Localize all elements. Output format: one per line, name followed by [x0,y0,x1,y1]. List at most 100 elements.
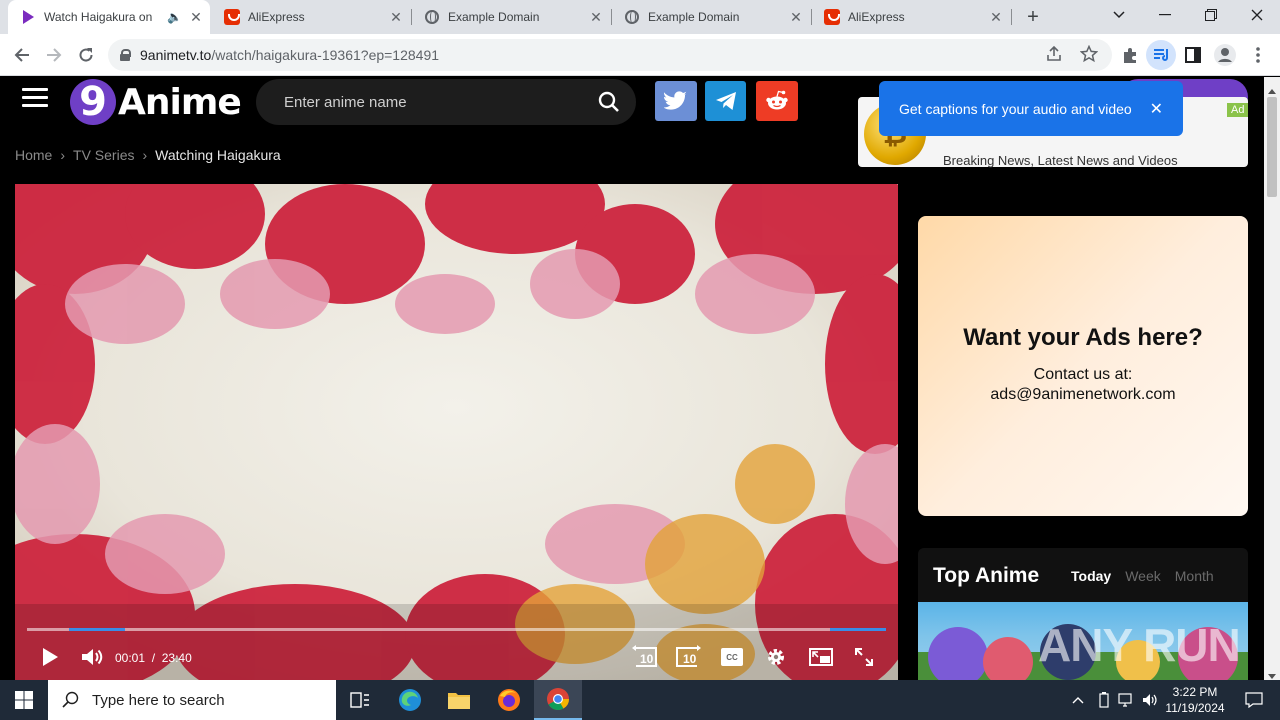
scrollbar-thumb[interactable] [1267,97,1277,197]
telegram-button[interactable] [705,81,746,121]
address-bar[interactable]: 9animetv.to/watch/haigakura-19361?ep=128… [108,39,1112,71]
rewind-10-icon: 10 [632,645,657,667]
captions-button[interactable]: CC [721,648,743,666]
top-anime-thumbnail[interactable]: ANY RUN [918,602,1248,680]
taskbar-clock[interactable]: 3:22 PM 11/19/2024 [1160,684,1230,716]
tab-month[interactable]: Month [1175,568,1214,584]
tab-aliexpress-2[interactable]: AliExpress ✕ [812,0,1010,34]
tab-week[interactable]: Week [1125,568,1161,584]
task-view-button[interactable] [336,680,384,720]
taskbar-search-box[interactable]: Type here to search [48,680,336,720]
reddit-button[interactable] [756,81,798,121]
forward-10-button[interactable]: 10 [674,644,702,670]
telegram-icon [715,92,736,110]
start-button[interactable] [0,680,48,720]
volume-icon [82,649,103,665]
site-logo[interactable]: 9 Anime [70,77,242,127]
browser-menu-icon[interactable] [1243,40,1273,70]
anime-search-input[interactable] [284,93,584,111]
tab-example-domain-2[interactable]: Example Domain ✕ [612,0,810,34]
close-tab-icon[interactable]: ✕ [388,9,404,26]
windows-taskbar: Type here to search 3:22 PM 11/19/2024 [0,680,1280,720]
time-separator: / [151,651,156,665]
notifications-button[interactable] [1230,680,1278,720]
advertise-here-box[interactable]: Want your Ads here? Contact us at: ads@9… [918,216,1248,516]
close-icon [1251,9,1263,21]
tab-separator [1011,9,1012,25]
battery-icon[interactable] [1092,680,1116,720]
forward-arrow-icon [47,48,62,62]
minimize-button[interactable] [1142,0,1188,30]
breadcrumb-home[interactable]: Home [15,147,52,163]
breadcrumb-tv-series[interactable]: TV Series [73,147,134,163]
close-icon[interactable]: ✕ [1150,99,1163,119]
notification-icon [1245,692,1263,708]
settings-button[interactable] [765,646,787,668]
new-tab-button[interactable]: + [1020,4,1046,30]
chevron-down-icon [1113,11,1125,19]
tab-title: Example Domain [648,10,740,24]
hamburger-menu-icon[interactable] [22,88,48,112]
close-window-button[interactable] [1234,0,1280,30]
close-tab-icon[interactable]: ✕ [588,9,604,26]
breadcrumb-separator-icon: › [142,147,148,163]
clock-date: 11/19/2024 [1165,701,1225,715]
minimize-icon [1159,14,1171,16]
page-scrollbar[interactable] [1264,77,1280,680]
chevron-up-icon [1072,697,1084,704]
tab-aliexpress-1[interactable]: AliExpress ✕ [212,0,410,34]
url-text[interactable]: 9animetv.to/watch/haigakura-19361?ep=128… [140,47,439,63]
breadcrumb-separator-icon: › [60,147,66,163]
fullscreen-button[interactable] [853,646,875,668]
edge-app-icon[interactable] [386,680,434,720]
forward-button[interactable] [39,40,69,70]
top-anime-panel: Top Anime Today Week Month ANY RUN [918,548,1248,680]
reload-button[interactable] [71,40,101,70]
file-explorer-icon[interactable] [435,680,483,720]
back-button[interactable] [7,40,37,70]
restore-button[interactable] [1188,0,1234,30]
back-arrow-icon [14,48,29,62]
video-progress-bar[interactable] [27,628,886,631]
side-panel-icon[interactable] [1178,40,1208,70]
close-tab-icon[interactable]: ✕ [188,9,204,26]
progress-buffered-end [830,628,886,631]
bookmark-star-icon[interactable] [1079,44,1099,68]
twitter-button[interactable] [655,81,697,121]
volume-button[interactable] [81,646,105,668]
breadcrumb: Home › TV Series › Watching Haigakura [15,147,281,163]
chrome-app-icon[interactable] [534,680,582,720]
speaker-icon[interactable]: 🔈 [167,10,182,24]
media-controls-icon[interactable] [1146,40,1176,70]
search-icon[interactable] [598,91,620,118]
reload-icon [79,48,93,62]
top-anime-tabs: Today Week Month [1071,568,1214,584]
picture-in-picture-icon [809,648,833,666]
tab-title: Example Domain [448,10,540,24]
rewind-10-button[interactable]: 10 [631,644,659,670]
tab-watch-haigakura[interactable]: Watch Haigakura on 🔈 ✕ [8,0,210,34]
ad-banner-text: Breaking News, Latest News and Videos [943,153,1178,168]
aliexpress-icon [824,9,840,25]
rewind-10-label: 10 [640,652,654,666]
show-hidden-icons-button[interactable] [1066,680,1090,720]
gear-icon [768,649,784,665]
watermark-text: ANY RUN [1038,619,1241,671]
network-icon[interactable] [1115,680,1139,720]
globe-icon [424,9,440,25]
share-icon[interactable] [1045,45,1063,68]
play-icon [20,9,36,25]
tab-example-domain-1[interactable]: Example Domain ✕ [412,0,610,34]
lock-icon[interactable] [120,49,131,61]
firefox-app-icon[interactable] [485,680,533,720]
play-button[interactable] [39,646,61,668]
tab-search-button[interactable] [1096,0,1142,30]
video-player[interactable]: 00:01 / 23:40 10 10 CC [15,184,898,680]
ad-box-email[interactable]: ads@9animenetwork.com [918,386,1248,404]
close-tab-icon[interactable]: ✕ [788,9,804,26]
close-tab-icon[interactable]: ✕ [988,9,1004,26]
picture-in-picture-button[interactable] [809,646,833,668]
extensions-icon[interactable] [1115,40,1145,70]
profile-avatar-icon[interactable] [1210,40,1240,70]
tab-today[interactable]: Today [1071,568,1111,584]
